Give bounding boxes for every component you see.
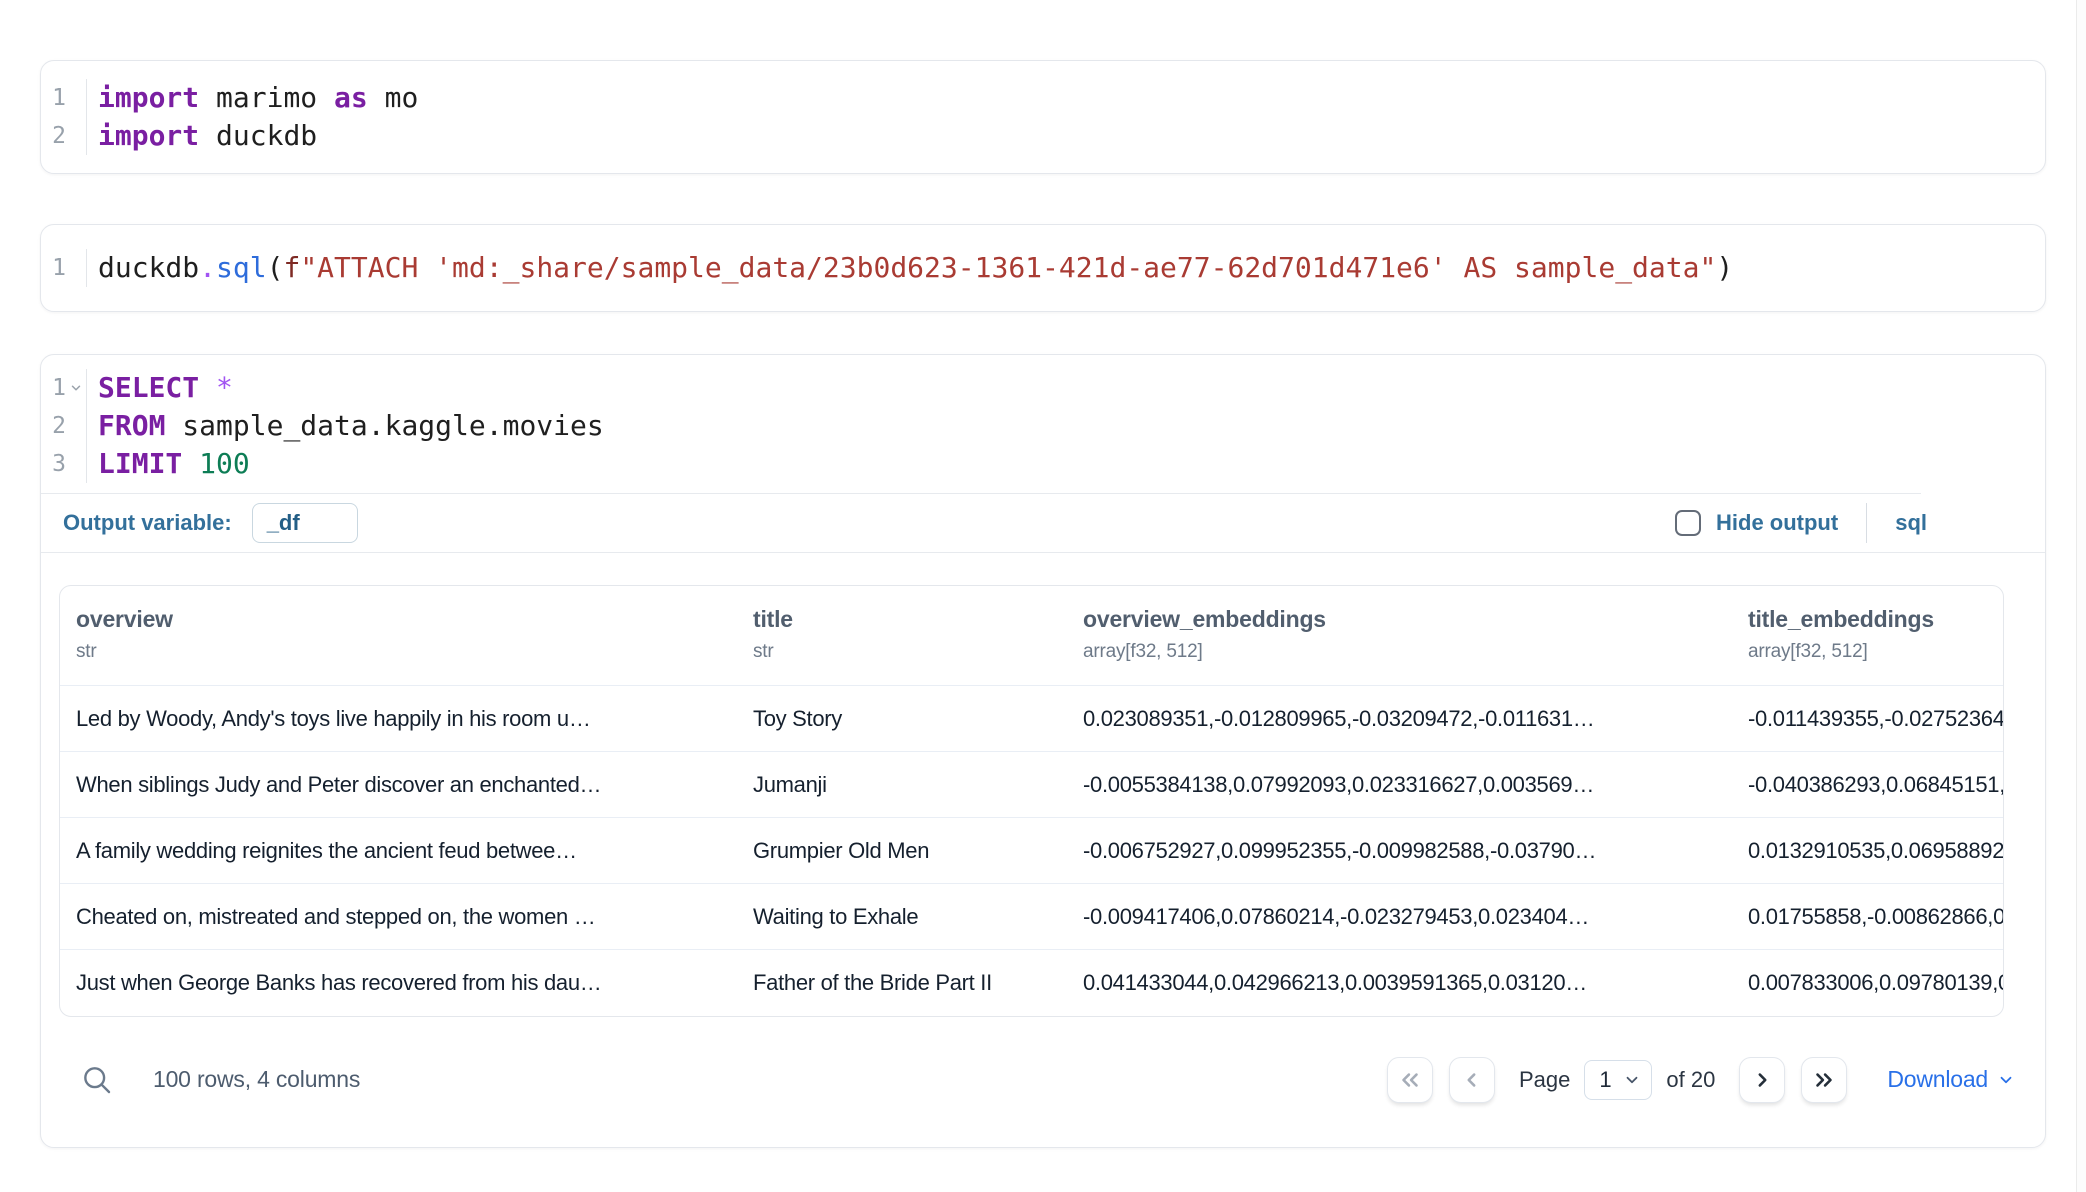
code-line[interactable]: import marimo as mo: [98, 79, 2045, 117]
code-editor-imports[interactable]: 12 import marimo as moimport duckdb: [41, 61, 2045, 173]
table-row: Just when George Banks has recovered fro…: [60, 950, 2004, 1016]
line-number-gutter: 123: [41, 369, 87, 483]
sql-cell: 123 SELECT *FROM sample_data.kaggle.movi…: [40, 354, 2046, 1148]
search-icon[interactable]: [81, 1064, 113, 1096]
code-editor-sql[interactable]: 123 SELECT *FROM sample_data.kaggle.movi…: [41, 355, 2045, 493]
line-number: 3: [52, 445, 66, 483]
column-header-title[interactable]: titlestr: [737, 586, 1067, 686]
code-cell-attach: 1 duckdb.sql(f"ATTACH 'md:_share/sample_…: [40, 224, 2046, 312]
table-row: Led by Woody, Andy's toys live happily i…: [60, 686, 2004, 752]
column-header-title_embeddings[interactable]: title_embeddingsarray[f32, 512]: [1732, 586, 2004, 686]
first-page-button[interactable]: [1387, 1057, 1433, 1103]
code-area[interactable]: import marimo as moimport duckdb: [87, 79, 2045, 155]
code-line[interactable]: import duckdb: [98, 117, 2045, 155]
chevron-down-icon: [1997, 1071, 2015, 1089]
line-number-gutter: 12: [41, 79, 87, 155]
code-area[interactable]: SELECT *FROM sample_data.kaggle.moviesLI…: [87, 369, 2045, 483]
next-page-button[interactable]: [1739, 1057, 1785, 1103]
cell-title: Father of the Bride Part II: [737, 950, 1067, 1016]
scrollbar-track[interactable]: [2076, 0, 2086, 1192]
cell-overview_embeddings: -0.009417406,0.07860214,-0.023279453,0.0…: [1067, 884, 1732, 950]
line-number: 2: [52, 407, 66, 445]
page-number-select[interactable]: 1: [1584, 1060, 1652, 1100]
result-table-card: overviewstrtitlestroverview_embeddingsar…: [59, 585, 2004, 1017]
cell-overview_embeddings: -0.006752927,0.099952355,-0.009982588,-0…: [1067, 818, 1732, 884]
cell-title_embeddings: -0.011439355,-0.02752364,0.0312: [1732, 686, 2004, 752]
line-number: 1: [52, 79, 66, 117]
code-editor-attach[interactable]: 1 duckdb.sql(f"ATTACH 'md:_share/sample_…: [41, 225, 2045, 311]
output-divider: [41, 552, 2045, 553]
cell-overview: Cheated on, mistreated and stepped on, t…: [60, 884, 737, 950]
code-area[interactable]: duckdb.sql(f"ATTACH 'md:_share/sample_da…: [87, 249, 2045, 287]
chevron-down-icon: [1623, 1071, 1641, 1089]
hide-output-checkbox[interactable]: [1675, 510, 1701, 536]
column-header-overview[interactable]: overviewstr: [60, 586, 737, 686]
code-line[interactable]: duckdb.sql(f"ATTACH 'md:_share/sample_da…: [98, 249, 2045, 287]
download-button[interactable]: Download: [1887, 1066, 2015, 1093]
cell-overview: Just when George Banks has recovered fro…: [60, 950, 737, 1016]
output-variable-input[interactable]: _df: [252, 503, 358, 543]
previous-page-button[interactable]: [1449, 1057, 1495, 1103]
chevron-left-icon: [1459, 1067, 1485, 1093]
output-options-bar: Output variable: _df Hide output sql: [41, 494, 2045, 552]
chevrons-right-icon: [1811, 1067, 1837, 1093]
result-table: overviewstrtitlestroverview_embeddingsar…: [60, 586, 2004, 1016]
row-column-summary: 100 rows, 4 columns: [153, 1066, 360, 1093]
hide-output-label[interactable]: Hide output: [1716, 510, 1838, 536]
chevrons-left-icon: [1397, 1067, 1423, 1093]
line-number: 1: [52, 369, 66, 407]
code-cell-imports: 12 import marimo as moimport duckdb: [40, 60, 2046, 174]
cell-overview_embeddings: 0.023089351,-0.012809965,-0.03209472,-0.…: [1067, 686, 1732, 752]
pagination-controls: Page 1 of 20 Download: [1387, 1057, 2015, 1103]
cell-title_embeddings: 0.007833006,0.09780139,0.02188: [1732, 950, 2004, 1016]
table-row: When siblings Judy and Peter discover an…: [60, 752, 2004, 818]
cell-title: Waiting to Exhale: [737, 884, 1067, 950]
output-variable-label: Output variable:: [63, 510, 232, 536]
cell-title_embeddings: 0.0132910535,0.06958892,0.0114: [1732, 818, 2004, 884]
cell-overview: When siblings Judy and Peter discover an…: [60, 752, 737, 818]
table-row: Cheated on, mistreated and stepped on, t…: [60, 884, 2004, 950]
line-number: 2: [52, 117, 66, 155]
table-header-row: overviewstrtitlestroverview_embeddingsar…: [60, 586, 2004, 686]
code-line[interactable]: LIMIT 100: [98, 445, 2045, 483]
code-line[interactable]: FROM sample_data.kaggle.movies: [98, 407, 2045, 445]
last-page-button[interactable]: [1801, 1057, 1847, 1103]
table-footer: 100 rows, 4 columns Page 1 of 20 Downloa…: [41, 1047, 2045, 1113]
fold-chevron-down-icon[interactable]: [66, 379, 86, 397]
page-count-label: of 20: [1666, 1067, 1715, 1093]
cell-title_embeddings: 0.01755858,-0.00862866,0.04413: [1732, 884, 2004, 950]
cell-overview_embeddings: -0.0055384138,0.07992093,0.023316627,0.0…: [1067, 752, 1732, 818]
cell-overview: A family wedding reignites the ancient f…: [60, 818, 737, 884]
cell-overview: Led by Woody, Andy's toys live happily i…: [60, 686, 737, 752]
vertical-divider: [1866, 503, 1867, 543]
line-number: 1: [52, 249, 66, 287]
cell-overview_embeddings: 0.041433044,0.042966213,0.0039591365,0.0…: [1067, 950, 1732, 1016]
page-label: Page: [1519, 1067, 1570, 1093]
language-badge-sql[interactable]: sql: [1895, 510, 1927, 536]
line-number-gutter: 1: [41, 249, 87, 287]
chevron-right-icon: [1749, 1067, 1775, 1093]
cell-title: Toy Story: [737, 686, 1067, 752]
cell-title_embeddings: -0.040386293,0.06845151,0.0204: [1732, 752, 2004, 818]
cell-title: Jumanji: [737, 752, 1067, 818]
column-header-overview_embeddings[interactable]: overview_embeddingsarray[f32, 512]: [1067, 586, 1732, 686]
cell-title: Grumpier Old Men: [737, 818, 1067, 884]
code-line[interactable]: SELECT *: [98, 369, 2045, 407]
table-row: A family wedding reignites the ancient f…: [60, 818, 2004, 884]
